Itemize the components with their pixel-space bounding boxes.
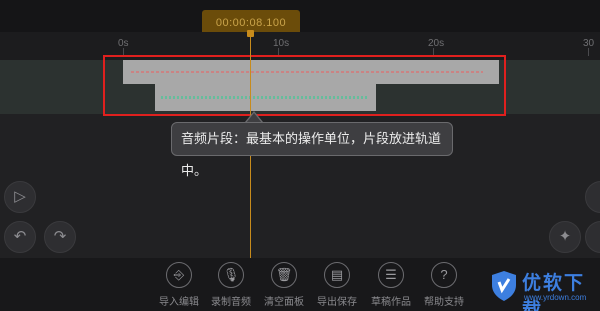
magic-wand-icon: ✦ <box>558 228 572 245</box>
redo-icon: ↷ <box>53 228 67 245</box>
clear-panel-button[interactable]: 🗑 清空面板 <box>257 262 311 308</box>
annotation-highlight-box <box>103 55 506 116</box>
undo-icon: ↶ <box>13 228 27 245</box>
redo-button[interactable]: ↷ <box>44 221 76 253</box>
time-ruler[interactable] <box>0 32 600 54</box>
ruler-tick <box>588 48 589 56</box>
drafts-button[interactable]: ☰ 草稿作品 <box>364 262 418 308</box>
watermark-url: www.yrdown.com <box>524 293 587 302</box>
import-icon: ⎆ <box>166 262 192 288</box>
top-bar <box>0 0 600 32</box>
trash-icon: 🗑 <box>271 262 297 288</box>
tool-label: 录制音频 <box>211 297 251 308</box>
help-icon: ? <box>431 262 457 288</box>
play-button[interactable]: ▷ <box>4 181 36 213</box>
play-icon: ▷ <box>14 188 26 205</box>
record-audio-button[interactable]: 🎙 录制音频 <box>204 262 258 308</box>
microphone-icon: 🎙 <box>218 262 244 288</box>
help-button[interactable]: ? 帮助支持 <box>417 262 471 308</box>
watermark-logo <box>492 271 516 301</box>
ruler-tick-label: 10s <box>273 38 290 49</box>
import-edit-button[interactable]: ⎆ 导入编辑 <box>152 262 206 308</box>
watermark-title: 优软下载 <box>522 273 586 311</box>
tooltip: 音频片段：最基本的操作单位，片段放进轨道中。 <box>171 122 453 178</box>
list-icon: ☰ <box>378 262 404 288</box>
export-save-button[interactable]: ▤ 导出保存 <box>310 262 364 308</box>
tool-label: 帮助支持 <box>424 297 464 308</box>
tool-label: 导出保存 <box>317 297 357 308</box>
playhead-handle[interactable] <box>247 30 254 37</box>
undo-button[interactable]: ↶ <box>4 221 36 253</box>
save-icon: ▤ <box>324 262 350 288</box>
tool-label: 草稿作品 <box>371 297 411 308</box>
ruler-tick-label: 20s <box>428 38 445 49</box>
effect-button[interactable]: ✦ <box>549 221 581 253</box>
tool-label: 清空面板 <box>264 297 304 308</box>
tool-label: 导入编辑 <box>159 297 199 308</box>
